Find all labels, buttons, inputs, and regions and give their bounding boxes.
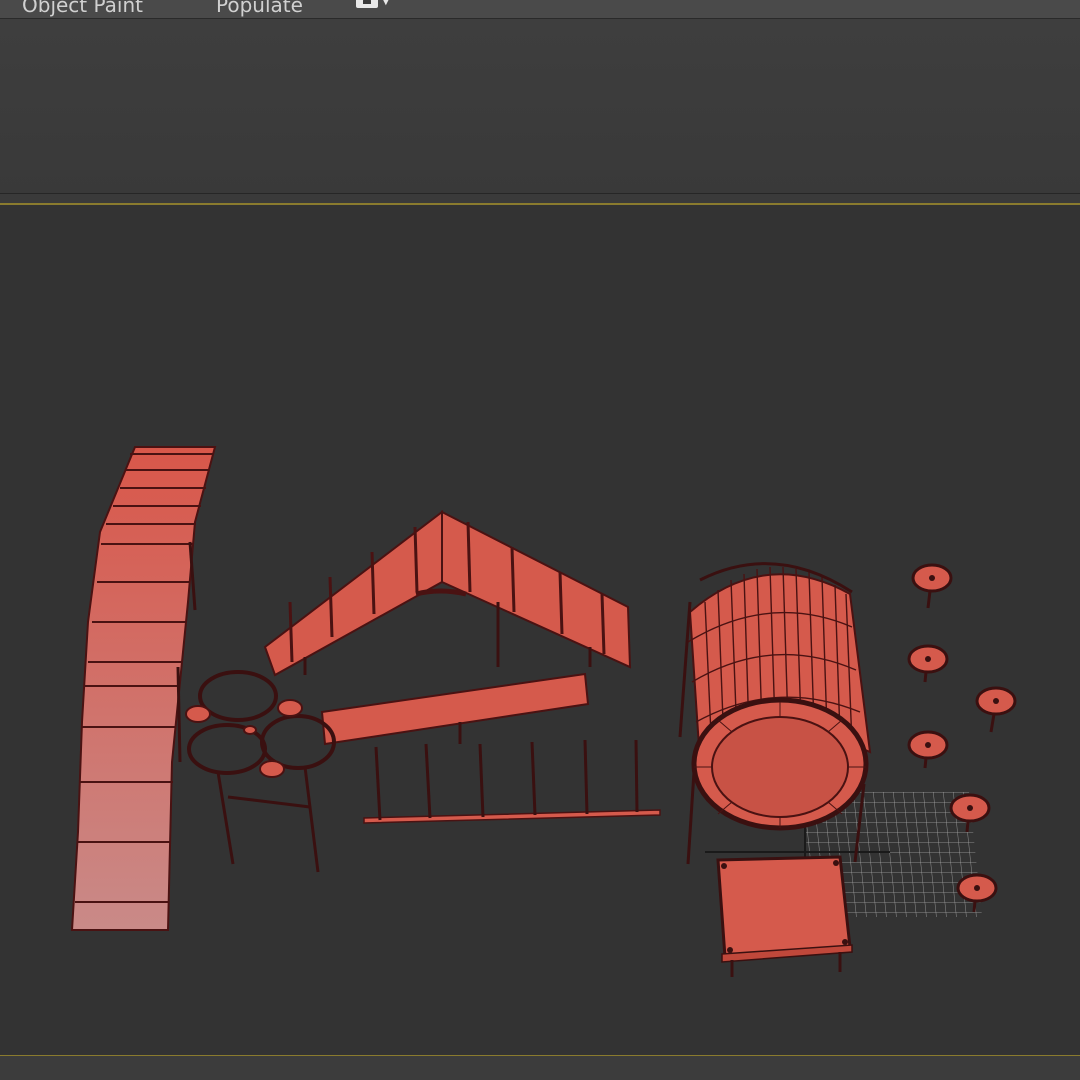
status-bar [0, 1056, 1080, 1080]
tab-object-paint[interactable]: Object Paint [22, 0, 143, 18]
viewport-layout-icon [356, 0, 378, 8]
viewport-layout-dropdown[interactable]: ▼ [356, 0, 390, 14]
teeter-board[interactable] [320, 672, 590, 746]
dog-walk-ramp[interactable] [70, 446, 217, 931]
chevron-down-icon: ▼ [382, 0, 390, 7]
a-frame[interactable] [263, 509, 632, 677]
weave-poles[interactable] [363, 739, 661, 824]
pause-table[interactable] [716, 855, 853, 977]
ribbon-separator [0, 194, 1080, 202]
viewport-scene [70, 446, 1017, 977]
ring-jump[interactable] [185, 670, 336, 873]
menu-bar: Object Paint Populate ▼ [0, 0, 1080, 19]
ribbon-panel [0, 19, 1080, 194]
perspective-viewport[interactable] [0, 203, 1080, 1057]
tab-populate[interactable]: Populate [216, 0, 303, 18]
